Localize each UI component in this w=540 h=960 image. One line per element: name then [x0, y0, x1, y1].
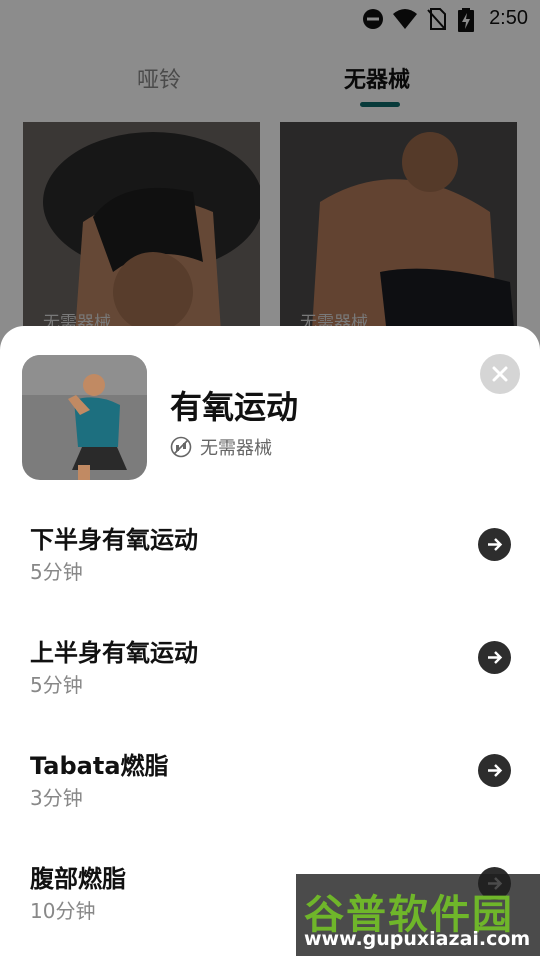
no-equipment-icon — [170, 436, 192, 458]
equipment-info: 无需器械 — [170, 434, 272, 460]
watermark-url: www.gupuxiazai.com — [304, 928, 531, 950]
exercise-duration: 10分钟 — [30, 899, 96, 923]
workout-title: 有氧运动 — [170, 388, 299, 426]
exercise-duration: 5分钟 — [30, 673, 83, 697]
close-icon — [492, 366, 508, 382]
exercise-item[interactable]: 下半身有氧运动 5分钟 — [0, 520, 540, 620]
equipment-label: 无需器械 — [200, 438, 272, 459]
arrow-right-icon[interactable] — [478, 754, 511, 787]
exercise-duration: 5分钟 — [30, 560, 83, 584]
exercise-name: 腹部燃脂 — [30, 865, 126, 893]
exercise-duration: 3分钟 — [30, 786, 83, 810]
exercise-item[interactable]: Tabata燃脂 3分钟 — [0, 746, 540, 846]
arrow-right-icon[interactable] — [478, 528, 511, 561]
exercise-name: Tabata燃脂 — [30, 752, 169, 780]
exercise-name: 下半身有氧运动 — [30, 526, 198, 554]
close-button[interactable] — [480, 354, 520, 394]
workout-detail-sheet: 有氧运动 无需器械 下半身有氧运动 5分钟 上半身有氧运动 5分钟 Tabata… — [0, 326, 540, 960]
arrow-right-icon[interactable] — [478, 641, 511, 674]
workout-thumbnail — [22, 355, 147, 480]
exercise-item[interactable]: 上半身有氧运动 5分钟 — [0, 633, 540, 733]
watermark: 谷普软件园 www.gupuxiazai.com — [296, 874, 540, 956]
exercise-name: 上半身有氧运动 — [30, 639, 198, 667]
